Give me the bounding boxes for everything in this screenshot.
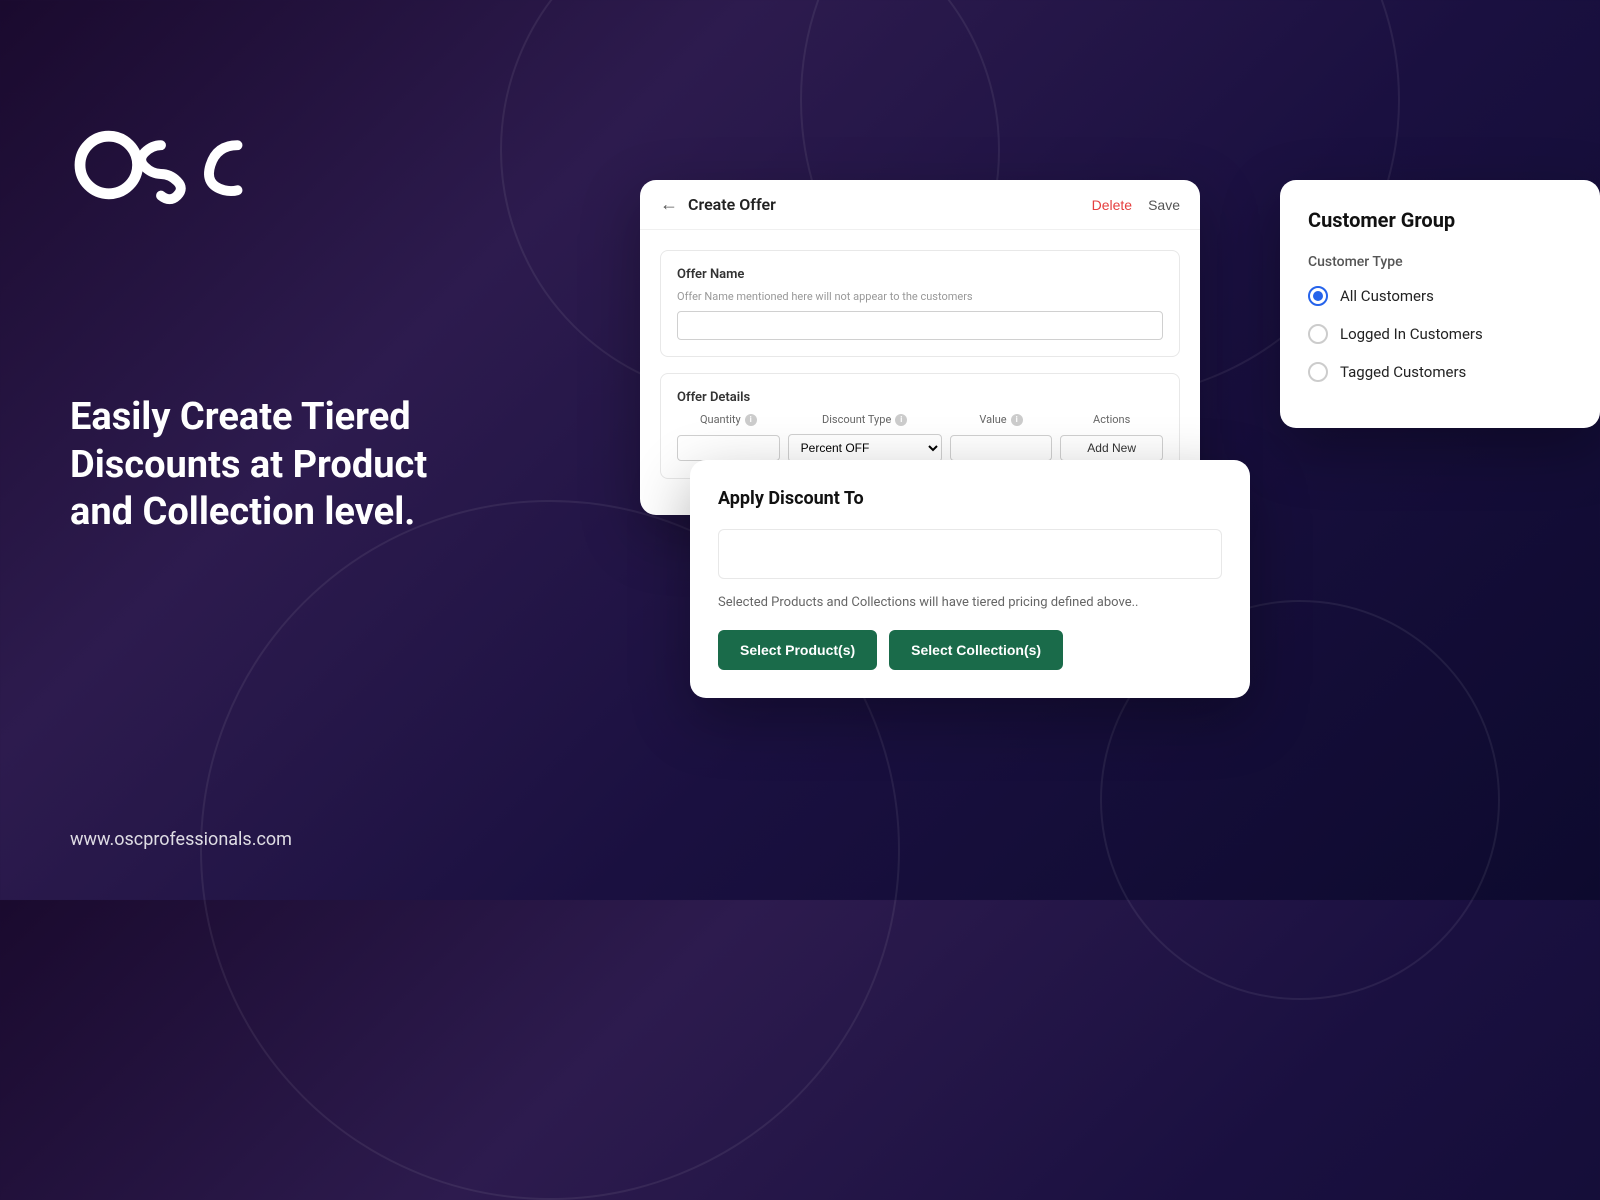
select-products-button[interactable]: Select Product(s): [718, 630, 877, 670]
discount-type-col-header: Discount Type i: [788, 413, 942, 426]
offer-details-grid: Quantity i Discount Type i Value i Actio…: [677, 413, 1163, 462]
radio-tagged-circle: [1308, 362, 1328, 382]
offer-name-label: Offer Name: [677, 267, 1163, 282]
radio-option-logged-in[interactable]: Logged In Customers: [1308, 324, 1572, 344]
logo-svg: [70, 120, 270, 210]
radio-all-label: All Customers: [1340, 287, 1434, 305]
delete-button[interactable]: Delete: [1092, 197, 1132, 213]
radio-option-all[interactable]: All Customers: [1308, 286, 1572, 306]
left-section: Easily Create Tiered Discounts at Produc…: [70, 0, 490, 900]
offer-name-hint: Offer Name mentioned here will not appea…: [677, 290, 1163, 303]
customer-group-card: Customer Group Customer Type All Custome…: [1280, 180, 1600, 428]
radio-all-circle: [1308, 286, 1328, 306]
radio-option-tagged[interactable]: Tagged Customers: [1308, 362, 1572, 382]
logo: [70, 120, 490, 214]
website-url: www.oscprofessionals.com: [70, 829, 292, 850]
quantity-col-header: Quantity i: [677, 413, 780, 426]
apply-discount-empty-box: [718, 529, 1222, 579]
back-button[interactable]: ←: [660, 194, 678, 215]
cards-section: ← Create Offer Delete Save Offer Name Of…: [640, 0, 1600, 900]
add-new-button[interactable]: Add New: [1060, 435, 1163, 461]
card-header: ← Create Offer Delete Save: [640, 180, 1200, 230]
value-col-header: Value i: [950, 413, 1053, 426]
discount-type-select[interactable]: Percent OFF Fixed Amount: [788, 434, 942, 462]
card-header-left: ← Create Offer: [660, 194, 776, 215]
actions-col-header: Actions: [1060, 413, 1163, 426]
value-info-icon: i: [1011, 414, 1023, 426]
apply-discount-title: Apply Discount To: [718, 488, 1222, 509]
customer-type-subtitle: Customer Type: [1308, 254, 1572, 270]
customer-group-title: Customer Group: [1308, 208, 1572, 232]
offer-details-label: Offer Details: [677, 390, 1163, 405]
radio-logged-in-circle: [1308, 324, 1328, 344]
card-header-actions: Delete Save: [1092, 197, 1180, 213]
offer-name-section: Offer Name Offer Name mentioned here wil…: [660, 250, 1180, 357]
apply-discount-hint: Selected Products and Collections will h…: [718, 595, 1222, 610]
card-title: Create Offer: [688, 195, 776, 214]
radio-logged-in-label: Logged In Customers: [1340, 325, 1483, 343]
quantity-info-icon: i: [745, 414, 757, 426]
tagline: Easily Create Tiered Discounts at Produc…: [70, 394, 490, 537]
discount-type-info-icon: i: [895, 414, 907, 426]
value-input[interactable]: [950, 435, 1053, 461]
select-collections-button[interactable]: Select Collection(s): [889, 630, 1063, 670]
save-button[interactable]: Save: [1148, 197, 1180, 213]
radio-all-dot: [1313, 291, 1323, 301]
offer-name-input[interactable]: [677, 311, 1163, 340]
radio-tagged-label: Tagged Customers: [1340, 363, 1466, 381]
quantity-input[interactable]: [677, 435, 780, 461]
apply-discount-card: Apply Discount To Selected Products and …: [690, 460, 1250, 698]
apply-discount-buttons: Select Product(s) Select Collection(s): [718, 630, 1222, 670]
